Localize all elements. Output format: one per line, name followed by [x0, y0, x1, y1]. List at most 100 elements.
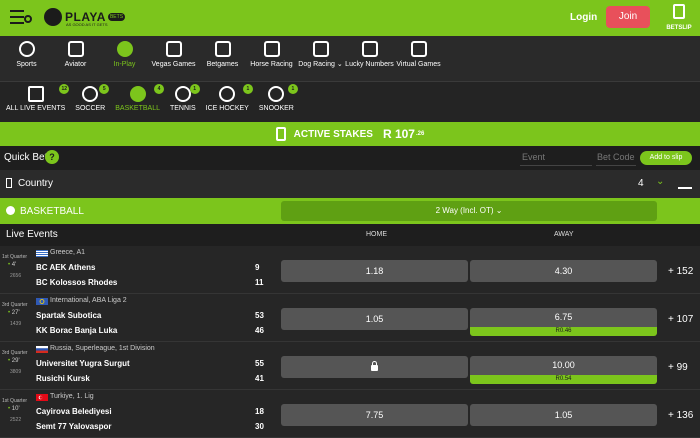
more-markets-button[interactable]: + 107 — [668, 314, 693, 325]
stats-icon[interactable] — [678, 179, 692, 189]
event-clock: • 27' — [8, 310, 20, 316]
betslip-icon — [673, 4, 685, 19]
basketball-icon — [6, 206, 15, 215]
count-badge: 5 — [99, 84, 110, 94]
betgames-icon — [214, 41, 231, 57]
list-icon — [27, 86, 44, 102]
sport-ice-hockey[interactable]: ICE HOCKEY 1 — [206, 82, 253, 122]
horse-icon — [263, 41, 280, 57]
team-away: BC Kolossos Rhodes — [36, 278, 118, 287]
nav-sports[interactable]: Sports — [2, 36, 51, 81]
live-events-header: Live Events HOME AWAY — [0, 224, 700, 246]
login-button[interactable]: Login — [570, 12, 597, 23]
nav-lucky-numbers[interactable]: Lucky Numbers — [345, 36, 394, 81]
away-column-label: AWAY — [554, 231, 574, 238]
main-nav: Sports Aviator In-Play Vegas Games Betga… — [0, 36, 700, 82]
event-league: Turkiye, 1. Lig — [50, 393, 94, 400]
score-home: 18 — [255, 407, 264, 416]
russia-flag-icon — [36, 346, 48, 353]
help-icon[interactable]: ? — [45, 150, 59, 164]
event-id: 2656 — [10, 273, 22, 279]
event-league: Russia, Superleague, 1st Division — [50, 345, 155, 352]
odds-change-badge: R0.46 — [470, 327, 657, 336]
nav-in-play[interactable]: In-Play — [100, 36, 149, 81]
lion-icon — [44, 8, 62, 26]
nav-horse-racing[interactable]: Horse Racing — [247, 36, 296, 81]
add-to-slip-button[interactable]: Add to slip — [640, 151, 692, 165]
nav-aviator[interactable]: Aviator — [51, 36, 100, 81]
away-odds-button[interactable]: 1.05 — [470, 404, 657, 426]
home-odds-button[interactable]: 1.18 — [281, 260, 468, 282]
dog-icon — [312, 41, 329, 57]
home-odds-button[interactable]: 7.75 — [281, 404, 468, 426]
active-stakes-bar[interactable]: ACTIVE STAKES R 107 .26 — [0, 122, 700, 146]
sport-header: BASKETBALL 2 Way (Incl. OT) ⌄ — [0, 198, 700, 224]
event-period: 3rd Quarter — [2, 350, 28, 356]
bet-code-input[interactable]: Bet Code — [596, 150, 636, 166]
sport-soccer[interactable]: SOCCER 5 — [75, 82, 110, 122]
betslip-button[interactable]: BETSLIP — [658, 0, 700, 36]
away-odds-button[interactable]: 10.00 — [470, 356, 657, 375]
team-away: Semt 77 Yalovaspor — [36, 422, 112, 431]
event-row[interactable]: 1st Quarter • 4' 2656 Greece, A1 BC AEK … — [0, 246, 700, 294]
nav-dog-racing[interactable]: Dog Racing ⌄ — [296, 36, 345, 81]
score-away: 11 — [255, 278, 264, 287]
chevron-down-icon[interactable]: ⌄ — [656, 176, 664, 187]
event-clock: • 4' — [8, 262, 17, 268]
tennis-icon — [174, 86, 191, 102]
join-button[interactable]: Join — [606, 6, 650, 28]
playa-logo[interactable]: PLAYA BETS AS GOOD AS IT GETS — [44, 8, 126, 27]
market-selector[interactable]: 2 Way (Incl. OT) ⌄ — [281, 201, 657, 221]
quick-bet-title: Quick Bet — [4, 152, 48, 163]
sport-snooker[interactable]: SNOOKER 1 — [259, 82, 298, 122]
score-home: 53 — [255, 311, 264, 320]
more-markets-button[interactable]: + 152 — [668, 266, 693, 277]
country-count: 4 — [638, 178, 644, 189]
event-clock: • 29' — [8, 358, 20, 364]
nav-betgames[interactable]: Betgames — [198, 36, 247, 81]
nav-vegas-games[interactable]: Vegas Games — [149, 36, 198, 81]
sport-all-live[interactable]: ALL LIVE EVENTS 12 — [6, 82, 70, 122]
event-id: 2522 — [10, 417, 22, 423]
event-clock: • 10' — [8, 406, 20, 412]
event-league: Greece, A1 — [50, 249, 86, 256]
more-markets-button[interactable]: + 99 — [668, 362, 688, 373]
sport-tennis[interactable]: TENNIS 1 — [170, 82, 200, 122]
brand-badge: BETS — [107, 13, 126, 21]
coins-icon — [275, 127, 286, 141]
lock-icon — [371, 361, 378, 371]
menu-search-icon[interactable] — [10, 10, 32, 26]
live-ball-icon — [116, 41, 133, 57]
more-markets-button[interactable]: + 136 — [668, 410, 693, 421]
event-row[interactable]: 1st Quarter • 10' 2522 Turkiye, 1. Lig C… — [0, 390, 700, 438]
sport-header-title: BASKETBALL — [20, 206, 84, 217]
top-bar: PLAYA BETS AS GOOD AS IT GETS Login Join… — [0, 0, 700, 36]
active-stakes-cents: .26 — [415, 131, 425, 137]
event-row[interactable]: 3rd Quarter • 27' 1439 International, AB… — [0, 294, 700, 342]
home-odds-locked — [281, 356, 468, 378]
event-period: 1st Quarter — [2, 254, 28, 260]
active-stakes-amount: R 107 — [382, 127, 415, 141]
team-home: BC AEK Athens — [36, 263, 96, 272]
international-flag-icon — [36, 298, 48, 305]
home-column-label: HOME — [366, 231, 387, 238]
plane-icon — [67, 41, 84, 57]
team-home: Spartak Subotica — [36, 311, 102, 320]
live-events-title: Live Events — [6, 229, 58, 240]
country-filter[interactable]: Country 4 ⌄ — [0, 170, 700, 198]
basketball-icon — [129, 86, 146, 102]
virtual-icon — [410, 41, 427, 57]
team-home: Cayirova Belediyesi — [36, 407, 112, 416]
home-odds-button[interactable]: 1.05 — [281, 308, 468, 330]
score-home: 55 — [255, 359, 264, 368]
away-odds-button[interactable]: 6.75 — [470, 308, 657, 327]
sport-basketball[interactable]: BASKETBALL 4 — [115, 82, 164, 122]
nav-virtual-games[interactable]: Virtual Games — [394, 36, 443, 81]
odds-change-badge: R0.54 — [470, 375, 657, 384]
count-badge: 4 — [153, 84, 164, 94]
score-away: 41 — [255, 374, 264, 383]
event-period: 1st Quarter — [2, 398, 28, 404]
event-row[interactable]: 3rd Quarter • 29' 3809 Russia, Superleag… — [0, 342, 700, 390]
event-input[interactable]: Event — [520, 150, 592, 166]
away-odds-button[interactable]: 4.30 — [470, 260, 657, 282]
